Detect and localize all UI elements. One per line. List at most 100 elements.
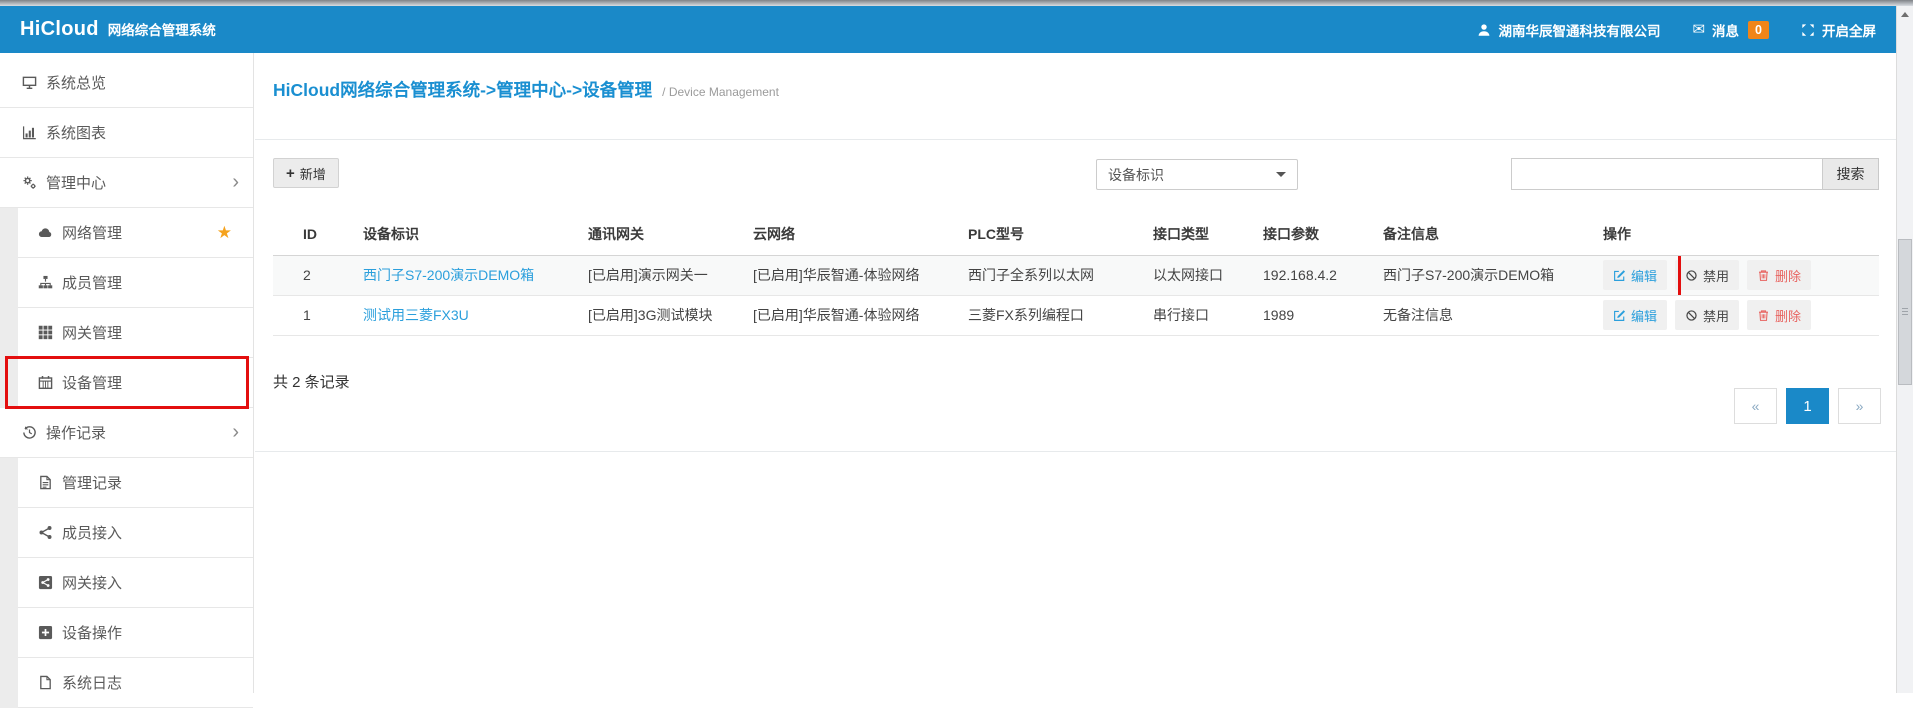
submenu-gutter (0, 558, 18, 608)
submenu-gutter (0, 508, 18, 558)
disable-button-label: 禁用 (1703, 266, 1729, 285)
sidebar-item-label: 系统总览 (46, 72, 106, 93)
search-button[interactable]: 搜索 (1823, 158, 1879, 190)
filter-selected-value: 设备标识 (1108, 165, 1164, 185)
add-button[interactable]: + 新增 (273, 158, 339, 188)
submenu-gutter (0, 608, 18, 658)
page-number-button[interactable]: 1 (1786, 388, 1829, 424)
column-header: 接口类型 (1153, 213, 1263, 255)
filter-select[interactable]: 设备标识 (1096, 159, 1298, 190)
cell-cloud-network: [已启用]华辰智通-体验网络 (753, 307, 919, 323)
page-subtitle: / Device Management (662, 85, 779, 99)
table-cell: [已启用]演示网关一 (588, 255, 753, 295)
delete-button[interactable]: 删除 (1747, 260, 1811, 290)
sidebar-item-device-operation[interactable]: 设备操作 (0, 608, 253, 658)
table-cell: 西门子S7-200演示DEMO箱 (363, 255, 588, 295)
search-group: 搜索 (1511, 158, 1879, 190)
user-icon (1477, 23, 1491, 37)
device-link[interactable]: 测试用三菱FX3U (363, 307, 469, 323)
share-square-icon (38, 575, 53, 590)
sidebar-item-label: 设备管理 (62, 372, 122, 393)
fullscreen-button[interactable]: 开启全屏 (1801, 20, 1876, 40)
company-menu[interactable]: 湖南华辰智通科技有限公司 (1477, 20, 1660, 40)
table-cell: 1 (273, 295, 363, 335)
breadcrumb: HiCloud网络综合管理系统->管理中心->设备管理 / Device Man… (255, 53, 1896, 140)
sidebar-item-gateway-access[interactable]: 网关接入 (0, 558, 253, 608)
cloud-icon (38, 225, 53, 240)
table-cell: 西门子S7-200演示DEMO箱 (1383, 255, 1603, 295)
chevron-right-icon: › (232, 172, 239, 192)
scrollbar-up-button[interactable] (1897, 6, 1913, 22)
sidebar-item-label: 管理记录 (62, 472, 122, 493)
sidebar-item-device-mgmt[interactable]: 设备管理 (0, 358, 253, 408)
submenu-gutter (0, 658, 18, 708)
action-wrap: 禁用 (1675, 300, 1747, 330)
table-cell: 192.168.4.2 (1263, 255, 1383, 295)
delete-button-label: 删除 (1775, 306, 1801, 325)
table-cell: 测试用三菱FX3U (363, 295, 588, 335)
sidebar-item-label: 操作记录 (46, 422, 106, 443)
pagination: «1» (1734, 388, 1881, 424)
table-cell: 1989 (1263, 295, 1383, 335)
star-icon: ★ (217, 223, 232, 243)
table-cell: 西门子全系列以太网 (968, 255, 1153, 295)
sidebar-item-network-mgmt[interactable]: 网络管理★ (0, 208, 253, 258)
table-cell: [已启用]3G测试模块 (588, 295, 753, 335)
device-link[interactable]: 西门子S7-200演示DEMO箱 (363, 267, 534, 283)
share-icon (38, 525, 53, 540)
sidebar-nav: 系统总览系统图表管理中心›网络管理★成员管理网关管理设备管理操作记录›管理记录成… (0, 53, 254, 693)
table-cell: 2 (273, 255, 363, 295)
page-next-button[interactable]: » (1838, 388, 1881, 424)
navbar-right: 湖南华辰智通科技有限公司 ✉ 消息 0 开启全屏 (1477, 20, 1876, 40)
history-icon (22, 425, 37, 440)
edit-button[interactable]: 编辑 (1603, 300, 1667, 330)
table-cell-actions: 编辑 禁用删除 (1603, 255, 1879, 295)
plus-icon: + (286, 166, 295, 181)
column-header: 操作 (1603, 213, 1879, 255)
submenu-gutter (0, 258, 18, 308)
edit-icon (1613, 309, 1626, 322)
disable-button-label: 禁用 (1703, 306, 1729, 325)
cell-id: 2 (303, 267, 311, 283)
gears-icon (22, 175, 37, 190)
envelope-icon: ✉ (1692, 22, 1705, 37)
column-header: 接口参数 (1263, 213, 1383, 255)
sidebar-item-admin-log[interactable]: 管理记录 (0, 458, 253, 508)
sidebar-item-member-access[interactable]: 成员接入 (0, 508, 253, 558)
table-cell: 以太网接口 (1153, 255, 1263, 295)
disable-button[interactable]: 禁用 (1675, 300, 1739, 330)
action-wrap: 禁用 (1675, 260, 1747, 290)
delete-button[interactable]: 删除 (1747, 300, 1811, 330)
file-text-icon (38, 475, 53, 490)
sidebar-item-system-charts[interactable]: 系统图表 (0, 108, 253, 158)
messages-count-badge: 0 (1748, 21, 1769, 39)
disable-icon (1685, 309, 1698, 322)
top-navbar: HiCloud 网络综合管理系统 湖南华辰智通科技有限公司 ✉ 消息 0 开启全… (0, 6, 1896, 53)
table-cell: 串行接口 (1153, 295, 1263, 335)
cell-interface-type: 以太网接口 (1153, 267, 1223, 283)
sidebar-item-system-log[interactable]: 系统日志 (0, 658, 253, 708)
messages-menu[interactable]: ✉ 消息 0 (1692, 20, 1769, 40)
sidebar-item-label: 网关管理 (62, 322, 122, 343)
search-input[interactable] (1511, 158, 1823, 190)
sidebar-item-operation-log[interactable]: 操作记录› (0, 408, 253, 458)
scrollbar-thumb[interactable] (1898, 239, 1912, 385)
delete-icon (1757, 309, 1770, 322)
page-prev-button[interactable]: « (1734, 388, 1777, 424)
edit-button[interactable]: 编辑 (1603, 260, 1667, 290)
sidebar-item-admin-center[interactable]: 管理中心› (0, 158, 253, 208)
vertical-scrollbar (1896, 6, 1913, 693)
submenu-gutter (0, 358, 18, 408)
cell-gateway: [已启用]演示网关一 (588, 267, 708, 283)
fullscreen-label: 开启全屏 (1822, 20, 1876, 40)
sitemap-icon (38, 275, 53, 290)
disable-button[interactable]: 禁用 (1675, 260, 1739, 290)
table-cell: 三菱FX系列编程口 (968, 295, 1153, 335)
submenu-gutter (0, 308, 18, 358)
action-wrap: 删除 (1747, 300, 1819, 330)
sidebar-item-member-mgmt[interactable]: 成员管理 (0, 258, 253, 308)
sidebar-item-system-overview[interactable]: 系统总览 (0, 58, 253, 108)
column-header: 云网络 (753, 213, 968, 255)
caret-down-icon (1276, 172, 1286, 177)
sidebar-item-gateway-mgmt[interactable]: 网关管理 (0, 308, 253, 358)
